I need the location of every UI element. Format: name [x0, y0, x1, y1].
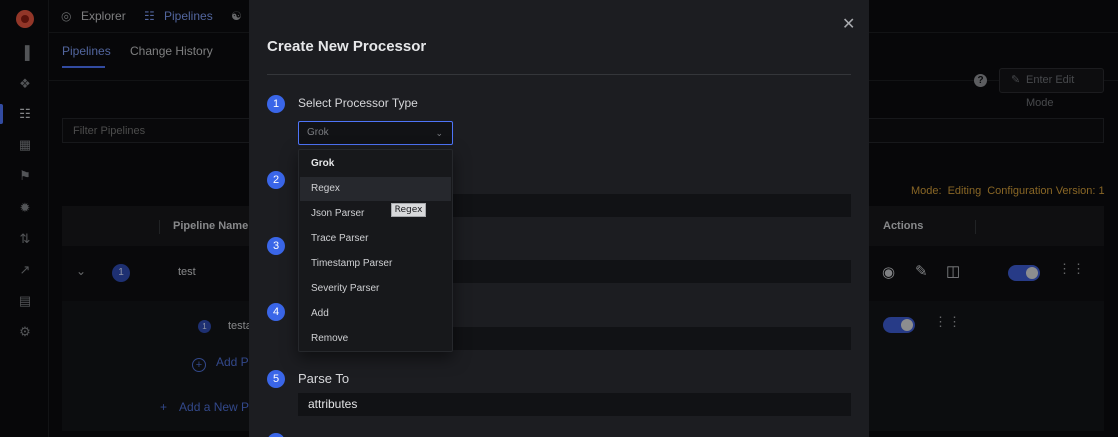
- step-badge: [267, 433, 285, 437]
- option-timestamp-parser[interactable]: Timestamp Parser: [300, 252, 451, 276]
- step-badge: 4: [267, 303, 285, 321]
- step-label-processor-type: Select Processor Type: [298, 96, 418, 110]
- close-icon[interactable]: ✕: [842, 14, 855, 34]
- parse-to-field[interactable]: attributes: [298, 393, 851, 416]
- step-badge: 2: [267, 171, 285, 189]
- modal-title: Create New Processor: [267, 38, 427, 55]
- processor-type-dropdown: Grok Regex Json Parser Trace Parser Time…: [298, 149, 453, 352]
- option-trace-parser[interactable]: Trace Parser: [300, 227, 451, 251]
- chevron-down-icon: ⌄: [435, 128, 443, 138]
- option-json-parser[interactable]: Json Parser: [300, 202, 451, 226]
- option-regex[interactable]: Regex: [300, 177, 451, 201]
- option-remove[interactable]: Remove: [300, 327, 451, 351]
- option-severity-parser[interactable]: Severity Parser: [300, 277, 451, 301]
- step-badge: 1: [267, 95, 285, 113]
- tooltip: Regex: [391, 203, 426, 217]
- step-badge: 3: [267, 237, 285, 255]
- step-badge: 5: [267, 370, 285, 388]
- divider: [267, 74, 851, 75]
- processor-type-value: Grok: [307, 127, 329, 138]
- processor-type-select[interactable]: Grok ⌄: [298, 121, 453, 145]
- create-processor-modal: ✕ Create New Processor 1 Select Processo…: [249, 0, 869, 437]
- option-add[interactable]: Add: [300, 302, 451, 326]
- option-grok[interactable]: Grok: [300, 152, 451, 176]
- step-label-parse-to: Parse To: [298, 371, 350, 386]
